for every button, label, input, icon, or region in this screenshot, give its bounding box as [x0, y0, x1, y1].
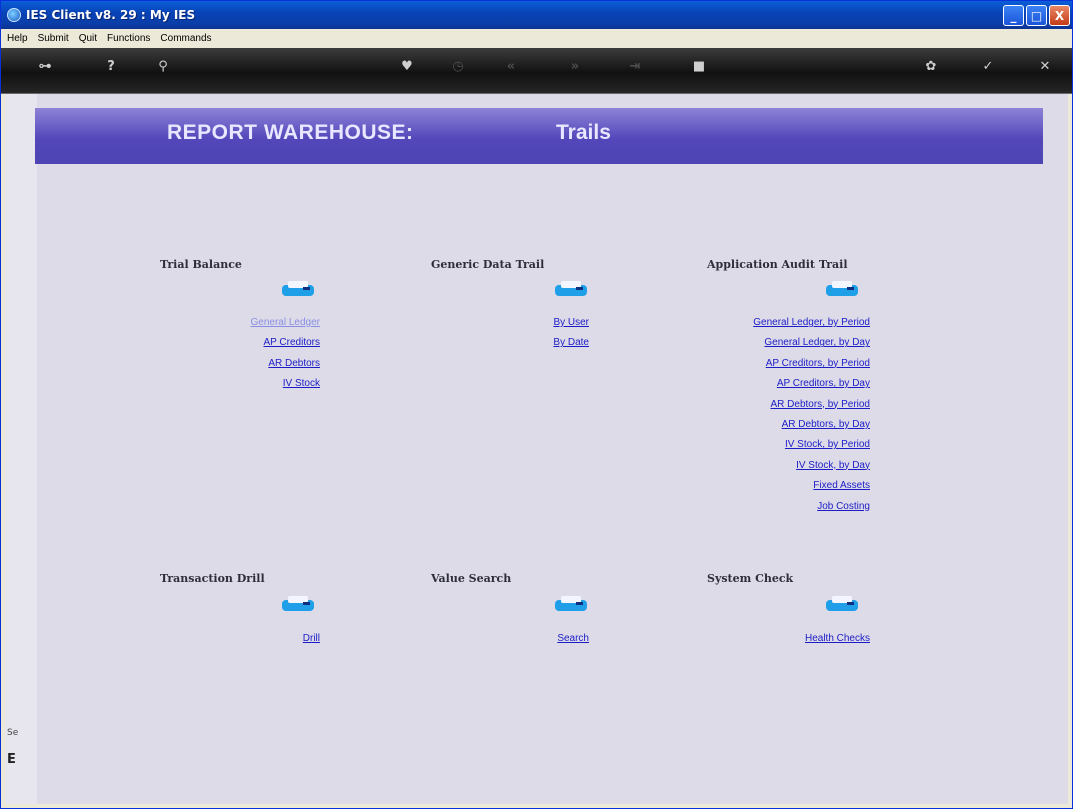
page-banner: REPORT WAREHOUSE: Trails [35, 108, 1043, 164]
generic-data-trail-links: By User By Date [553, 313, 589, 354]
menu-functions[interactable]: Functions [107, 33, 150, 44]
clock-icon: ◷ [452, 58, 464, 74]
left-strip-fragment-2: E [7, 752, 16, 767]
link-ar-by-period[interactable]: AR Debtors, by Period [753, 395, 871, 415]
link-ar-debtors[interactable]: AR Debtors [251, 354, 320, 374]
title-bar[interactable]: IES Client v8. 29 : My IES _ □ X [1, 1, 1072, 29]
page-title: REPORT WAREHOUSE: [167, 121, 414, 144]
rewind-icon: « [506, 58, 516, 74]
page-subtitle: Trails [556, 121, 611, 144]
search-icon[interactable]: ⚲ [149, 56, 177, 76]
printer-icon[interactable] [278, 279, 318, 299]
section-heading-system-check: System Check [707, 572, 794, 585]
application-audit-trail-links: General Ledger, by Period General Ledger… [753, 313, 870, 517]
link-by-date[interactable]: By Date [553, 333, 589, 353]
link-ar-by-day[interactable]: AR Debtors, by Day [753, 415, 870, 435]
link-gl-by-day[interactable]: General Ledger, by Day [753, 333, 870, 353]
printer-icon[interactable] [822, 279, 862, 299]
link-ap-by-period[interactable]: AP Creditors, by Period [753, 354, 870, 374]
system-check-links: Health Checks [805, 629, 870, 649]
menu-commands[interactable]: Commands [160, 33, 211, 44]
section-heading-transaction-drill: Transaction Drill [160, 572, 265, 585]
help-icon[interactable]: ? [97, 56, 125, 76]
toolbar: ⊶ ? ⚲ ♥ ◷ « » ⇥ ■ ✿ ✓ ✕ [1, 48, 1072, 94]
printer-icon[interactable] [278, 594, 318, 614]
menu-bar: Help Submit Quit Functions Commands [1, 29, 1072, 48]
app-window: IES Client v8. 29 : My IES _ □ X Help Su… [0, 0, 1073, 809]
window-title: IES Client v8. 29 : My IES [26, 8, 196, 22]
link-iv-by-period[interactable]: IV Stock, by Period [753, 435, 870, 455]
minimize-button[interactable]: _ [1003, 5, 1024, 26]
menu-submit[interactable]: Submit [38, 33, 69, 44]
end-icon: ⇥ [629, 58, 641, 74]
close-button[interactable]: X [1049, 5, 1070, 26]
content-area: Se E REPORT WAREHOUSE: Trails Trial Bala… [5, 94, 1068, 804]
link-by-user[interactable]: By User [553, 313, 589, 333]
key-icon[interactable]: ⊶ [31, 56, 59, 76]
printer-icon[interactable] [551, 594, 591, 614]
section-heading-trial-balance: Trial Balance [160, 258, 242, 271]
link-search[interactable]: Search [557, 629, 589, 649]
stop-icon[interactable]: ■ [685, 56, 713, 76]
value-search-links: Search [557, 629, 589, 649]
link-iv-stock[interactable]: IV Stock [251, 374, 320, 394]
maximize-button[interactable]: □ [1026, 5, 1047, 26]
forward-icon: » [570, 58, 580, 74]
printer-icon[interactable] [551, 279, 591, 299]
left-strip: Se E [5, 94, 37, 804]
link-drill[interactable]: Drill [303, 629, 320, 649]
menu-quit[interactable]: Quit [79, 33, 97, 44]
link-ap-creditors[interactable]: AP Creditors [251, 333, 320, 353]
link-ap-by-day[interactable]: AP Creditors, by Day [753, 374, 870, 394]
left-strip-fragment: Se [7, 728, 19, 738]
link-fixed-assets[interactable]: Fixed Assets [753, 476, 870, 496]
link-general-ledger[interactable]: General Ledger [251, 313, 321, 333]
section-heading-generic-data-trail: Generic Data Trail [431, 258, 545, 271]
link-gl-by-period[interactable]: General Ledger, by Period [753, 313, 870, 333]
trial-balance-links: General Ledger AP Creditors AR Debtors I… [251, 313, 321, 395]
menu-help[interactable]: Help [7, 33, 28, 44]
link-health-checks[interactable]: Health Checks [805, 629, 870, 649]
link-job-costing[interactable]: Job Costing [753, 497, 870, 517]
heart-icon[interactable]: ♥ [393, 56, 421, 76]
settings-icon[interactable]: ✿ [917, 56, 945, 76]
section-heading-application-audit-trail: Application Audit Trail [707, 258, 848, 271]
link-iv-by-day[interactable]: IV Stock, by Day [753, 456, 870, 476]
printer-icon[interactable] [822, 594, 862, 614]
transaction-drill-links: Drill [303, 629, 320, 649]
app-icon [7, 8, 21, 22]
cancel-icon[interactable]: ✕ [1031, 56, 1059, 76]
ok-icon[interactable]: ✓ [974, 56, 1002, 76]
section-heading-value-search: Value Search [431, 572, 512, 585]
